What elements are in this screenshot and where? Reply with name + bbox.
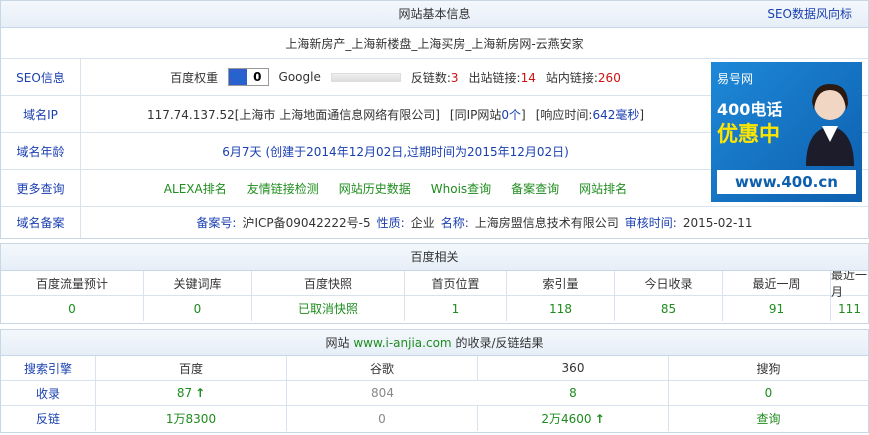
baidu-traffic-value[interactable]: 0 [1, 296, 144, 321]
backlink-sogou-query-link[interactable]: 查询 [669, 406, 868, 431]
more-label: 更多查询 [1, 170, 81, 206]
baidu-title: 百度相关 [410, 250, 459, 264]
whois-link[interactable]: Whois查询 [431, 180, 491, 197]
alexa-link[interactable]: ALEXA排名 [164, 180, 227, 197]
basic-info-title: 网站基本信息 [398, 7, 471, 21]
baidu-header: 百度相关 [1, 244, 868, 271]
indexing-domain-link[interactable]: www.i-anjia.com [353, 336, 451, 350]
ip-value: 117.74.137.52[上海市 上海地面通信息网络有限公司] [146, 107, 440, 122]
site-title-row: 上海新房产_上海新楼盘_上海买房_上海新房网-云燕安家 [1, 28, 868, 59]
icp-no-label: 备案号: [196, 216, 237, 230]
same-ip-link[interactable]: 0个 [501, 108, 521, 122]
baidu-col-today: 今日收录 [615, 271, 723, 296]
ip-label: 域名IP [1, 96, 81, 132]
indexing-360-value[interactable]: 8 [478, 381, 669, 406]
google-label: Google [278, 70, 321, 84]
backlinks: 反链数:3 [410, 70, 459, 85]
backlink-baidu-value[interactable]: 1万8300 [96, 406, 287, 431]
baidu-col-month: 最近一月 [831, 268, 868, 299]
indexing-col-sogou: 搜狗 [669, 356, 868, 381]
indexing-sogou-value[interactable]: 0 [669, 381, 868, 406]
age-detail: (创建于2014年12月02日,过期时间为2015年12月02日) [265, 144, 569, 159]
ad-line2: 优惠中 [717, 122, 780, 146]
indexing-baidu-value[interactable]: 87 ↑ [96, 381, 287, 406]
ad-banner[interactable]: 易号网 400电话 优惠中 www.400.cn [711, 62, 862, 202]
audit-label: 审核时间: [624, 216, 677, 230]
indexing-header: 网站 www.i-anjia.com 的收录/反链结果 [1, 330, 868, 356]
baidu-weight-value: 0 [253, 70, 262, 84]
indexing-col-engine: 搜索引擎 [1, 356, 96, 381]
indexing-col-360: 360 [478, 356, 669, 381]
baidu-index-value[interactable]: 118 [507, 296, 615, 321]
basic-info-header: 网站基本信息 SEO数据风向标 [1, 1, 868, 28]
indexing-table: 搜索引擎 百度 谷歌 360 搜狗 收录 87 ↑ 804 8 0 反链 1万83… [1, 356, 868, 431]
age-label: 域名年龄 [1, 133, 81, 169]
backlink-360-value[interactable]: 2万4600 ↑ [478, 406, 669, 431]
baidu-week-value[interactable]: 91 [723, 296, 831, 321]
baidu-keywords-value[interactable]: 0 [144, 296, 252, 321]
backlink-google-value[interactable]: 0 [287, 406, 478, 431]
baidu-today-value[interactable]: 85 [615, 296, 723, 321]
baidu-weight-label: 百度权重 [170, 70, 219, 85]
icp-row: 域名备案 备案号: 沪ICP备09042222号-5 性质: 企业 名称: 上海… [1, 207, 868, 238]
indexing-google-value[interactable]: 804 [287, 381, 478, 406]
baidu-col-keywords: 关键词库 [144, 271, 252, 296]
site-title: 上海新房产_上海新楼盘_上海买房_上海新房网-云燕安家 [285, 36, 584, 51]
backlinks-value[interactable]: 3 [451, 71, 459, 85]
seo-label: SEO信息 [1, 59, 81, 95]
baidu-month-value[interactable]: 111 [831, 296, 868, 321]
indexing-title-prefix: 网站 [325, 336, 350, 350]
outbound: 出站链接:14 [468, 70, 536, 85]
internal-value[interactable]: 260 [598, 71, 621, 85]
baidu-home-pos-value[interactable]: 1 [405, 296, 507, 321]
baidu-weight-badge[interactable]: 🐾 0 [228, 68, 269, 86]
ad-url: www.400.cn [717, 170, 856, 194]
baidu-col-index: 索引量 [507, 271, 615, 296]
name-label: 名称: [440, 216, 469, 230]
baidu-col-home-pos: 首页位置 [405, 271, 507, 296]
baidu-col-week: 最近一周 [723, 271, 831, 296]
history-link[interactable]: 网站历史数据 [339, 180, 411, 197]
up-arrow-icon: ↑ [594, 411, 605, 426]
baidu-col-traffic: 百度流量预计 [1, 271, 144, 296]
icp-no: 沪ICP备09042222号-5 [242, 216, 371, 230]
baidu-snapshot-value[interactable]: 已取消快照 [252, 296, 405, 321]
outbound-value[interactable]: 14 [521, 71, 536, 85]
response-time: [响应时间:642毫秒] [535, 107, 645, 122]
ad-brand: 易号网 [717, 72, 754, 86]
audit-time: 2015-02-11 [682, 215, 753, 230]
ad-line1: 400电话 [717, 100, 783, 119]
rank-link[interactable]: 网站排名 [579, 180, 627, 197]
icp-label: 域名备案 [1, 207, 81, 238]
baidu-panel: 百度相关 百度流量预计 关键词库 百度快照 首页位置 索引量 今日收录 最近一周… [0, 243, 869, 324]
up-arrow-icon: ↑ [195, 386, 206, 400]
seo-trend-link[interactable]: SEO数据风向标 [767, 1, 852, 28]
age-value: 6月7天 [222, 144, 262, 159]
response-value: 642毫秒 [592, 107, 640, 122]
icp-values: 备案号: 沪ICP备09042222号-5 性质: 企业 名称: 上海房盟信息技… [81, 207, 868, 238]
nature-label: 性质: [376, 216, 405, 230]
nature: 企业 [410, 216, 435, 230]
internal: 站内链接:260 [545, 70, 621, 85]
indexing-col-baidu: 百度 [96, 356, 287, 381]
indexing-panel: 网站 www.i-anjia.com 的收录/反链结果 搜索引擎 百度 谷歌 3… [0, 329, 869, 433]
ad-person-icon [806, 84, 854, 166]
baidu-paw-icon: 🐾 [229, 69, 248, 85]
same-ip: [同IP网站0个] [449, 107, 526, 122]
icp-query-link[interactable]: 备案查询 [511, 180, 559, 197]
indexing-col-google: 谷歌 [287, 356, 478, 381]
baidu-table: 百度流量预计 关键词库 百度快照 首页位置 索引量 今日收录 最近一周 最近一月… [1, 268, 868, 321]
indexing-row-label: 收录 [1, 381, 96, 406]
friendlink-link[interactable]: 友情链接检测 [247, 180, 319, 197]
baidu-col-snapshot: 百度快照 [252, 271, 405, 296]
indexing-title-suffix: 的收录/反链结果 [455, 336, 544, 350]
backlink-row-label: 反链 [1, 406, 96, 431]
google-pr-bar [330, 72, 401, 82]
company-name: 上海房盟信息技术有限公司 [474, 216, 619, 230]
